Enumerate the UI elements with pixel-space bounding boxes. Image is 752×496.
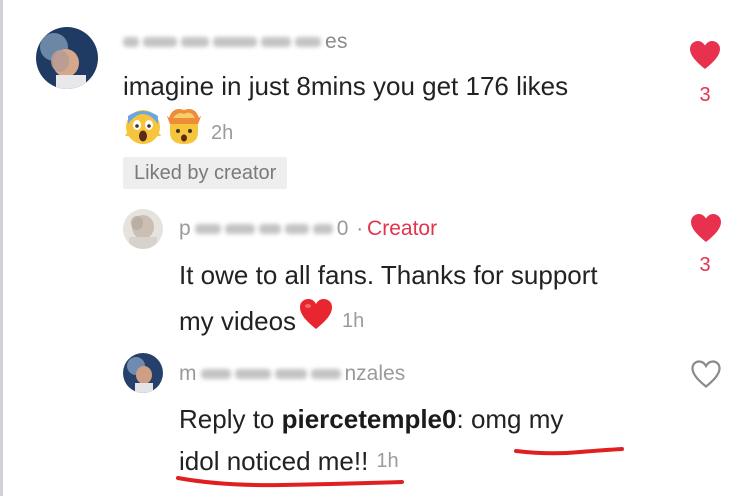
comment-text-line2-row: my videos 1h: [179, 297, 364, 344]
username-visible-suffix: 0: [336, 217, 349, 240]
like-heart-icon[interactable]: [690, 213, 722, 248]
username-blurred[interactable]: p 0 · Creator: [179, 217, 438, 240]
username-visible-suffix: nzales: [344, 362, 406, 385]
username-visible-prefix: m: [179, 362, 197, 385]
reply-prefix: Reply to: [179, 404, 282, 434]
like-heart-outline-icon[interactable]: [690, 359, 722, 394]
username-blurred[interactable]: es: [123, 30, 348, 53]
like-heart-icon[interactable]: [689, 40, 721, 75]
red-underline-annotation: [514, 447, 624, 456]
scream-emoji: [123, 106, 163, 159]
reply-text-line1: Reply to piercetemple0: omg my: [179, 397, 563, 441]
avatar[interactable]: [123, 353, 163, 393]
reply-colon: :: [456, 404, 464, 434]
comment-text-line1: It owe to all fans. Thanks for support: [179, 260, 598, 290]
comment-text: imagine in just 8mins you get 176 likes: [123, 71, 569, 101]
reply-text-rest: omg my: [463, 404, 564, 434]
avatar[interactable]: [123, 209, 163, 249]
exploding-head-emoji: [165, 106, 203, 159]
like-count: 3: [699, 254, 711, 276]
creator-tag: Creator: [367, 217, 438, 240]
separator-dot: ·: [356, 217, 364, 240]
username-blurred[interactable]: m nzales: [179, 362, 406, 385]
comment-time: 2h: [211, 121, 234, 144]
comment-meta: 2h: [123, 106, 233, 159]
comment-time: 1h: [342, 309, 365, 332]
username-visible-prefix: p: [179, 217, 191, 240]
window-edge: [0, 0, 3, 496]
liked-by-creator-badge: Liked by creator: [123, 157, 288, 189]
red-underline-annotation: [176, 476, 404, 488]
username-visible-part: es: [325, 30, 348, 53]
reply-target-username[interactable]: piercetemple0: [282, 404, 457, 434]
like-count: 3: [699, 84, 711, 106]
comment-text-line2: my videos: [179, 305, 297, 336]
red-heart-emoji: [298, 297, 334, 344]
avatar[interactable]: [36, 27, 98, 89]
liked-by-creator-label: Liked by creator: [134, 161, 277, 184]
